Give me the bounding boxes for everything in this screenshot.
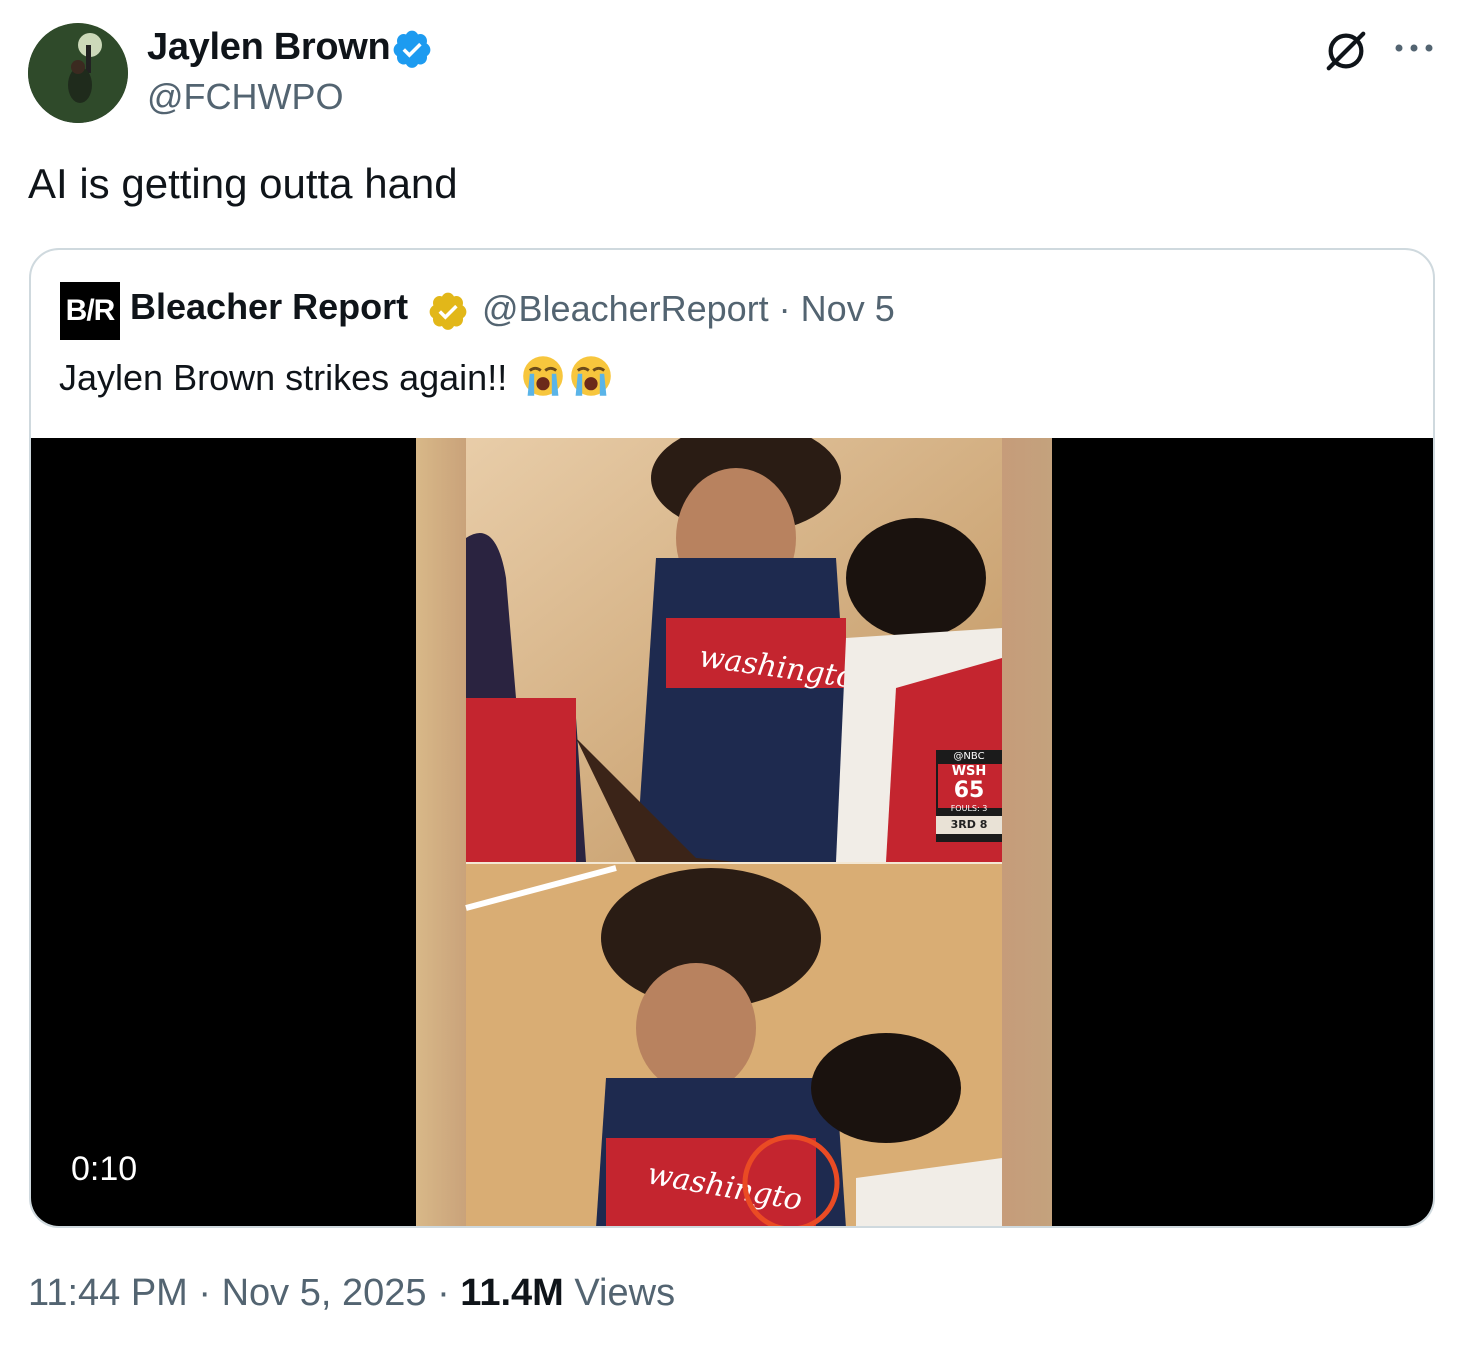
tweet-meta: 11:44 PM · Nov 5, 2025 · 11.4M Views xyxy=(28,1272,675,1315)
views-count: 11.4M xyxy=(460,1272,564,1314)
quoted-tweet[interactable]: B/R Bleacher Report @BleacherReport · No… xyxy=(29,248,1435,1228)
scoreboard-network: @NBC xyxy=(953,751,985,762)
verified-badge-icon xyxy=(393,30,431,68)
author-handle[interactable]: @FCHWPO xyxy=(147,76,344,118)
tweet-text: AI is getting outta hand xyxy=(28,160,458,207)
video-frame: washington washingto @NBC WSH 65 FOULS: … xyxy=(416,438,1052,1226)
bleacher-report-logo[interactable]: B/R xyxy=(60,282,120,340)
video-player[interactable]: washington washingto @NBC WSH 65 FOULS: … xyxy=(31,438,1433,1226)
author-name[interactable]: Jaylen Brown xyxy=(147,26,391,69)
quoted-handle-date[interactable]: @BleacherReport · Nov 5 xyxy=(482,288,895,330)
scoreboard-period-label: 3RD xyxy=(950,818,976,831)
quoted-text: Jaylen Brown strikes again!! xyxy=(59,354,613,399)
scoreboard-fouls: FOULS: 3 xyxy=(950,804,988,813)
more-icon[interactable] xyxy=(1394,40,1434,56)
loudly-crying-face-icon xyxy=(523,356,564,396)
gold-verified-badge-icon xyxy=(429,292,467,330)
scoreboard-score: 65 xyxy=(953,778,985,803)
video-duration: 0:10 xyxy=(71,1150,138,1188)
author-avatar[interactable] xyxy=(28,23,128,123)
scoreboard-period: 3RD 8 xyxy=(936,816,1002,834)
scoreboard-clock: 8 xyxy=(979,818,988,831)
views-label: Views xyxy=(563,1272,676,1314)
tweet-timestamp[interactable]: 11:44 PM · Nov 5, 2025 · xyxy=(28,1272,460,1314)
loudly-crying-face-icon xyxy=(571,356,612,396)
grok-icon[interactable] xyxy=(1323,28,1369,74)
quoted-author-name[interactable]: Bleacher Report xyxy=(130,286,408,328)
quoted-text-body: Jaylen Brown strikes again!! xyxy=(59,357,508,398)
scoreboard: @NBC WSH 65 FOULS: 3 3RD 8 xyxy=(936,750,1002,842)
